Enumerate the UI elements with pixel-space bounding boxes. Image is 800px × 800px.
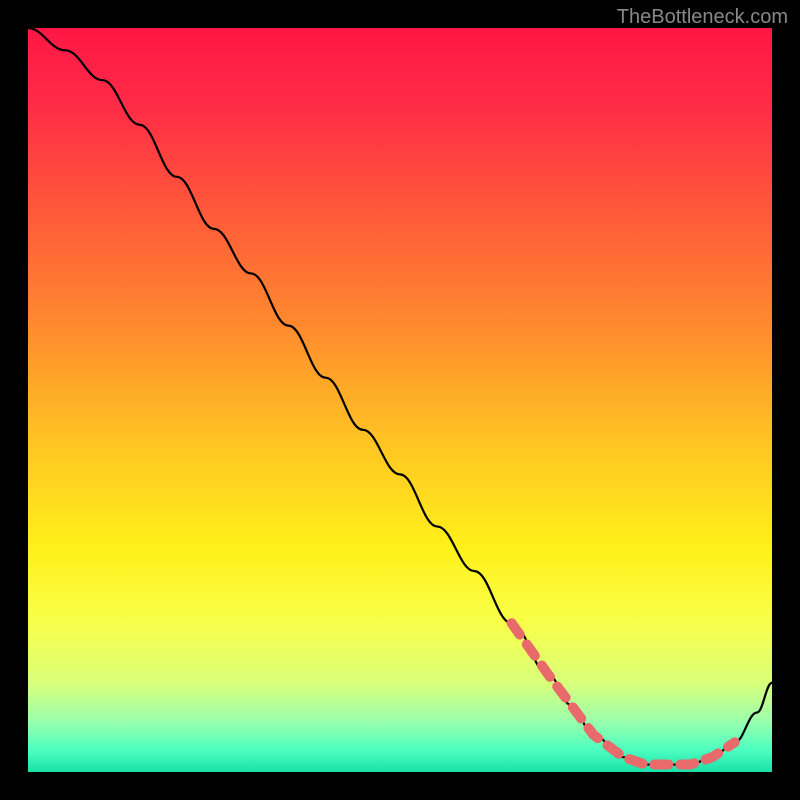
curve-layer bbox=[28, 28, 772, 772]
plot-area bbox=[28, 28, 772, 772]
watermark-text: TheBottleneck.com bbox=[617, 6, 788, 29]
optimal-range-highlight bbox=[512, 623, 735, 764]
bottleneck-curve-line bbox=[28, 28, 772, 765]
